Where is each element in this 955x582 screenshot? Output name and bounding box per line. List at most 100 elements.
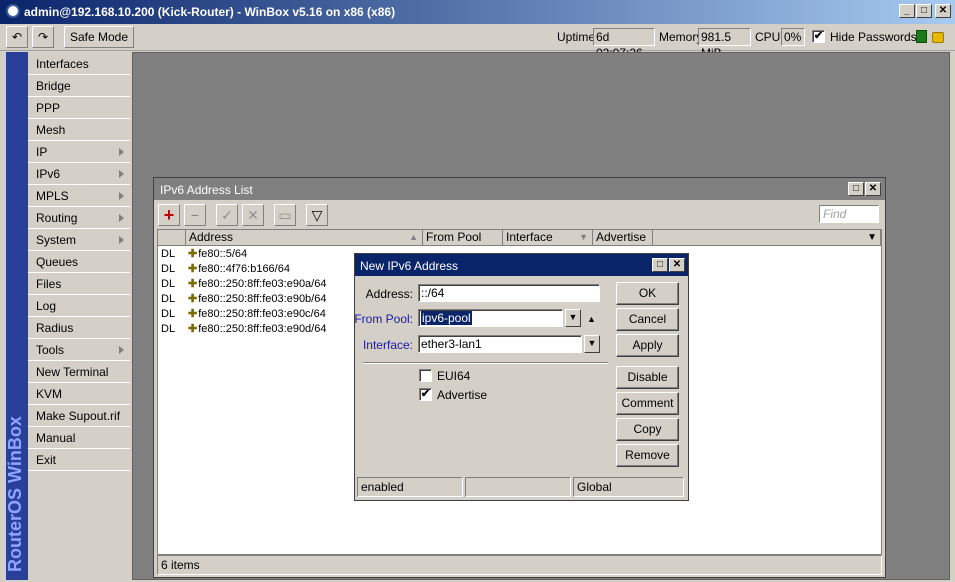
- menu-item-tools[interactable]: Tools: [28, 339, 130, 361]
- menu-label: New Terminal: [36, 365, 109, 379]
- eui64-checkbox[interactable]: [419, 369, 432, 382]
- flags-column-header[interactable]: [158, 230, 186, 246]
- menu-label: System: [36, 233, 77, 247]
- close-button[interactable]: ✕: [935, 4, 951, 18]
- interface-column-header[interactable]: Interface ▼: [503, 230, 593, 246]
- menu-item-exit[interactable]: Exit: [28, 449, 130, 471]
- menu-item-routing[interactable]: Routing: [28, 207, 130, 229]
- menu-item-interfaces[interactable]: Interfaces: [28, 53, 130, 75]
- menu-label: Exit: [36, 453, 57, 467]
- apply-button[interactable]: Apply: [616, 334, 679, 357]
- window-close-button[interactable]: ✕: [865, 182, 881, 196]
- comment-button[interactable]: Comment: [616, 392, 679, 415]
- menu-label: Routing: [36, 211, 78, 225]
- window-title-bar[interactable]: IPv6 Address List □ ✕: [154, 178, 885, 200]
- address-field[interactable]: ::/64: [418, 284, 600, 302]
- plus-icon: +: [163, 205, 175, 225]
- from-pool-column-header[interactable]: From Pool: [423, 230, 503, 246]
- menu-label: Files: [36, 277, 62, 291]
- menu-item-manual[interactable]: Manual: [28, 427, 130, 449]
- menu-item-ppp[interactable]: PPP: [28, 97, 130, 119]
- memory-value: 981.5 MiB: [698, 28, 751, 60]
- enable-button[interactable]: ✓: [216, 204, 238, 226]
- columns-dropdown-icon[interactable]: ▼: [867, 230, 877, 245]
- column-label: Address: [189, 230, 234, 244]
- menu-item-bridge[interactable]: Bridge: [28, 75, 130, 97]
- cancel-button[interactable]: Cancel: [616, 308, 679, 331]
- menu-label: MPLS: [36, 189, 69, 203]
- row-flags: DL: [161, 293, 176, 305]
- menu-item-mpls[interactable]: MPLS: [28, 185, 130, 207]
- copy-button[interactable]: Copy: [616, 418, 679, 441]
- menu-item-make-supout[interactable]: Make Supout.rif: [28, 405, 130, 427]
- menu-item-log[interactable]: Log: [28, 295, 130, 317]
- advertise-column-header[interactable]: Advertise: [593, 230, 653, 246]
- ok-button[interactable]: OK: [616, 282, 679, 305]
- disable-button[interactable]: Disable: [616, 366, 679, 389]
- status-middle: [465, 477, 571, 497]
- menu-item-kvm[interactable]: KVM: [28, 383, 130, 405]
- safe-mode-button[interactable]: Safe Mode: [64, 26, 134, 48]
- menu-label: Mesh: [36, 123, 66, 137]
- from-pool-dropdown-button[interactable]: ▼: [565, 309, 581, 327]
- dialog-maximize-button[interactable]: □: [652, 258, 668, 272]
- column-label: From Pool: [426, 230, 482, 244]
- winbox-brand-strip: RouterOS WinBox: [6, 52, 28, 580]
- minimize-button[interactable]: _: [899, 4, 915, 18]
- menu-label: IP: [36, 145, 48, 159]
- from-pool-select[interactable]: ipv6-pool: [418, 309, 563, 327]
- advertise-checkbox[interactable]: ✔: [419, 388, 432, 401]
- menu-label: Tools: [36, 343, 65, 357]
- interface-dropdown-button[interactable]: ▼: [584, 335, 600, 353]
- main-toolbar: ↶ ↷ Safe Mode Uptime: 6d 02:07:26 Memory…: [0, 24, 955, 60]
- menu-item-files[interactable]: Files: [28, 273, 130, 295]
- row-flags: DL: [161, 278, 176, 290]
- brand-text: RouterOS WinBox: [6, 416, 25, 572]
- cpu-label: CPU:: [755, 30, 784, 44]
- menu-label: KVM: [36, 387, 63, 401]
- menu-label: Make Supout.rif: [36, 409, 121, 423]
- remove-button[interactable]: −: [184, 204, 206, 226]
- comment-button[interactable]: ▭: [274, 204, 296, 226]
- address-icon: ✚: [188, 323, 198, 335]
- winbox-logo-icon: [6, 4, 20, 18]
- menu-item-radius[interactable]: Radius: [28, 317, 130, 339]
- redo-button[interactable]: ↷: [32, 26, 54, 48]
- interface-select[interactable]: ether3-lan1: [418, 335, 582, 353]
- window-maximize-button[interactable]: □: [848, 182, 864, 196]
- connection-status-icon: [916, 30, 927, 43]
- dialog-close-button[interactable]: ✕: [669, 258, 685, 272]
- collapse-arrow-icon[interactable]: ▲: [587, 314, 596, 324]
- lock-icon: [932, 32, 944, 43]
- row-address: fe80::250:8ff:fe03:e90c/64: [198, 308, 326, 320]
- remove-button[interactable]: Remove: [616, 444, 679, 467]
- disable-button[interactable]: ✕: [242, 204, 264, 226]
- menu-item-ipv6[interactable]: IPv6: [28, 163, 130, 185]
- menu-label: PPP: [36, 101, 61, 115]
- menu-item-system[interactable]: System: [28, 229, 130, 251]
- dropdown-arrow-icon: ▼: [568, 312, 578, 322]
- find-input[interactable]: Find: [819, 205, 879, 223]
- menu-item-ip[interactable]: IP: [28, 141, 130, 163]
- dropdown-arrow-icon: ▼: [587, 338, 597, 348]
- submenu-arrow-icon: [119, 236, 124, 244]
- row-flags: DL: [161, 263, 176, 275]
- menu-item-mesh[interactable]: Mesh: [28, 119, 130, 141]
- menu-item-queues[interactable]: Queues: [28, 251, 130, 273]
- menu-item-new-terminal[interactable]: New Terminal: [28, 361, 130, 383]
- maximize-button[interactable]: □: [916, 4, 932, 18]
- undo-button[interactable]: ↶: [6, 26, 28, 48]
- check-icon: ✓: [221, 207, 233, 223]
- column-label: Interface: [506, 230, 553, 244]
- address-column-header[interactable]: Address ▲: [186, 230, 423, 246]
- row-address: fe80::250:8ff:fe03:e90a/64: [198, 278, 327, 290]
- row-address: fe80::5/64: [198, 248, 248, 260]
- window-title: IPv6 Address List: [160, 183, 253, 197]
- uptime-value: 6d 02:07:26: [593, 28, 655, 60]
- main-menu: Interfaces Bridge PPP Mesh IP IPv6 MPLS …: [28, 52, 130, 580]
- dialog-title: New IPv6 Address: [360, 259, 459, 273]
- add-button[interactable]: +: [158, 204, 180, 226]
- hide-passwords-checkbox[interactable]: ✔: [812, 30, 825, 43]
- dialog-title-bar[interactable]: New IPv6 Address □ ✕: [355, 254, 688, 276]
- filter-button[interactable]: ▽: [306, 204, 328, 226]
